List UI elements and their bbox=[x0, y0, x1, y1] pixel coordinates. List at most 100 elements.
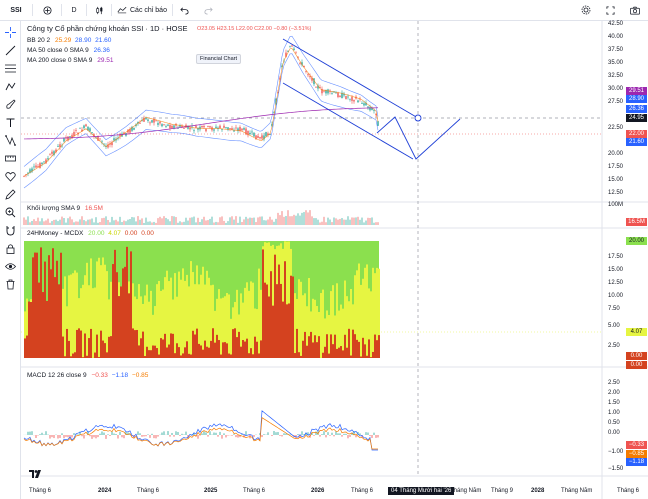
mcdx-red-bar bbox=[68, 340, 70, 358]
volume-bar bbox=[287, 210, 289, 225]
mcdx-red-bar bbox=[146, 346, 148, 358]
pattern-tool[interactable] bbox=[3, 79, 17, 93]
macd-hist-bar bbox=[281, 435, 283, 437]
tradingview-logo[interactable] bbox=[29, 470, 41, 480]
volume-tag: 16.5M bbox=[626, 218, 647, 226]
macd-hist-bar bbox=[143, 435, 145, 437]
macd-hist-bar bbox=[337, 433, 339, 435]
mcdx-red-bar bbox=[150, 350, 152, 358]
candle-body bbox=[41, 162, 43, 165]
redo-button[interactable] bbox=[197, 0, 221, 20]
chart-canvas[interactable] bbox=[21, 21, 648, 499]
mcdx-red-bar bbox=[344, 334, 346, 358]
mcdx-red-bar bbox=[254, 336, 256, 358]
channel-upper-line[interactable] bbox=[282, 38, 419, 119]
ma50-legend[interactable]: MA 50 close 0 SMA 9 26.36 bbox=[27, 47, 110, 54]
mcdx-red-bar bbox=[352, 329, 354, 358]
bb-legend[interactable]: BB 20 2 25.29 28.90 21.60 bbox=[27, 37, 111, 44]
interval-button[interactable]: D bbox=[62, 0, 86, 20]
volume-bar bbox=[183, 221, 185, 225]
favorites-tool[interactable] bbox=[3, 169, 17, 183]
volume-bar bbox=[57, 221, 59, 225]
pencil-tool[interactable] bbox=[3, 187, 17, 201]
fib-tool[interactable] bbox=[3, 61, 17, 75]
trendline-icon bbox=[5, 45, 15, 55]
macd-hist-bar bbox=[323, 431, 325, 435]
volume-bar bbox=[271, 219, 273, 225]
volume-bar bbox=[359, 219, 361, 225]
chart-type-button[interactable] bbox=[87, 0, 111, 20]
volume-bar bbox=[165, 217, 167, 225]
fullscreen-button[interactable] bbox=[598, 0, 622, 20]
mcdx-red-bar bbox=[132, 328, 134, 358]
mcdx-red-bar bbox=[84, 333, 86, 358]
macd-legend[interactable]: MACD 12 26 close 9 −0.33 −1.18 −0.85 bbox=[27, 372, 148, 379]
volume-bar bbox=[263, 220, 265, 225]
mcdx-red-bar bbox=[178, 347, 180, 358]
volume-bar bbox=[203, 216, 205, 225]
hide-tool[interactable] bbox=[3, 259, 17, 273]
mcdx-yellow-bar bbox=[94, 287, 96, 358]
mcdx-legend[interactable]: 24HMoney - MCDX 20.00 4.07 0.00 0.00 bbox=[27, 230, 154, 237]
measure-tool[interactable] bbox=[3, 151, 17, 165]
magnet-tool[interactable] bbox=[3, 223, 17, 237]
mcdx-red-bar bbox=[170, 333, 172, 358]
volume-bar bbox=[331, 222, 333, 225]
macd-hist-bar bbox=[43, 434, 45, 435]
mcdx-red-bar bbox=[280, 283, 282, 358]
macd-hist-bar bbox=[245, 431, 247, 435]
mcdx-red-bar bbox=[332, 344, 334, 358]
volume-bar bbox=[311, 216, 313, 225]
crosshair-price-tag: 24.95 bbox=[626, 114, 647, 122]
mcdx-red-bar bbox=[238, 331, 240, 358]
brush-tool[interactable] bbox=[3, 97, 17, 111]
macd-hist-bar bbox=[227, 435, 229, 436]
volume-bar bbox=[291, 216, 293, 225]
mcdx-red-bar bbox=[290, 275, 292, 358]
ma200-legend[interactable]: MA 200 close 0 SMA 9 29.51 bbox=[27, 57, 114, 64]
settings-button[interactable] bbox=[574, 0, 598, 20]
undo-button[interactable] bbox=[173, 0, 197, 20]
mcdx-tag-green: 20.00 bbox=[626, 237, 647, 245]
volume-legend[interactable]: Khối lượng SMA 9 16.5M bbox=[27, 205, 103, 212]
channel-drawing[interactable] bbox=[282, 38, 461, 160]
macd-hist-bar bbox=[119, 431, 121, 435]
mcdx-red-bar bbox=[54, 277, 56, 358]
time-axis-tick: 2025 bbox=[204, 488, 218, 494]
volume-bar bbox=[229, 217, 231, 225]
mcdx-red-bar bbox=[222, 342, 224, 358]
compare-button[interactable] bbox=[33, 0, 61, 20]
mcdx-red-bar bbox=[110, 336, 112, 358]
zoom-tool[interactable] bbox=[3, 205, 17, 219]
eye-icon bbox=[4, 262, 16, 270]
symbol-search[interactable]: SSI bbox=[0, 0, 32, 20]
price-axis-tick: 12.50 bbox=[608, 190, 624, 196]
mcdx-red-bar bbox=[82, 357, 84, 358]
mcdx-axis-tick: 10.00 bbox=[608, 293, 624, 299]
screenshot-button[interactable] bbox=[622, 0, 648, 20]
crosshair-tool[interactable] bbox=[3, 25, 17, 39]
macd-hist-bar bbox=[65, 435, 67, 437]
mcdx-red-bar bbox=[154, 345, 156, 358]
indicators-button[interactable]: Các chỉ báo bbox=[112, 0, 172, 20]
volume-bar bbox=[127, 219, 129, 225]
volume-bar bbox=[23, 217, 25, 225]
symbol-title[interactable]: Công ty Cổ phần chứng khoán SSI · 1D · H… bbox=[27, 24, 188, 33]
lock-tool[interactable] bbox=[3, 241, 17, 255]
pattern2-tool[interactable] bbox=[3, 133, 17, 147]
time-axis-tick: 2026 bbox=[311, 488, 325, 494]
mcdx-value-2: 4.07 bbox=[108, 230, 121, 237]
financial-chart-button[interactable]: Financial Chart bbox=[196, 54, 241, 64]
volume-bar bbox=[223, 220, 225, 225]
projection-path[interactable] bbox=[376, 116, 461, 160]
mcdx-axis-tick: 5.00 bbox=[608, 323, 620, 329]
trendline-tool[interactable] bbox=[3, 43, 17, 57]
text-tool[interactable] bbox=[3, 115, 17, 129]
macd-value-line: −1.18 bbox=[111, 372, 129, 379]
drawing-handle[interactable] bbox=[414, 114, 422, 122]
delete-tool[interactable] bbox=[3, 277, 17, 291]
volume-bar bbox=[325, 222, 327, 225]
mcdx-red-bar bbox=[28, 301, 30, 358]
chart-area[interactable]: Công ty Cổ phần chứng khoán SSI · 1D · H… bbox=[21, 21, 648, 499]
mcdx-red-bar bbox=[354, 334, 356, 358]
